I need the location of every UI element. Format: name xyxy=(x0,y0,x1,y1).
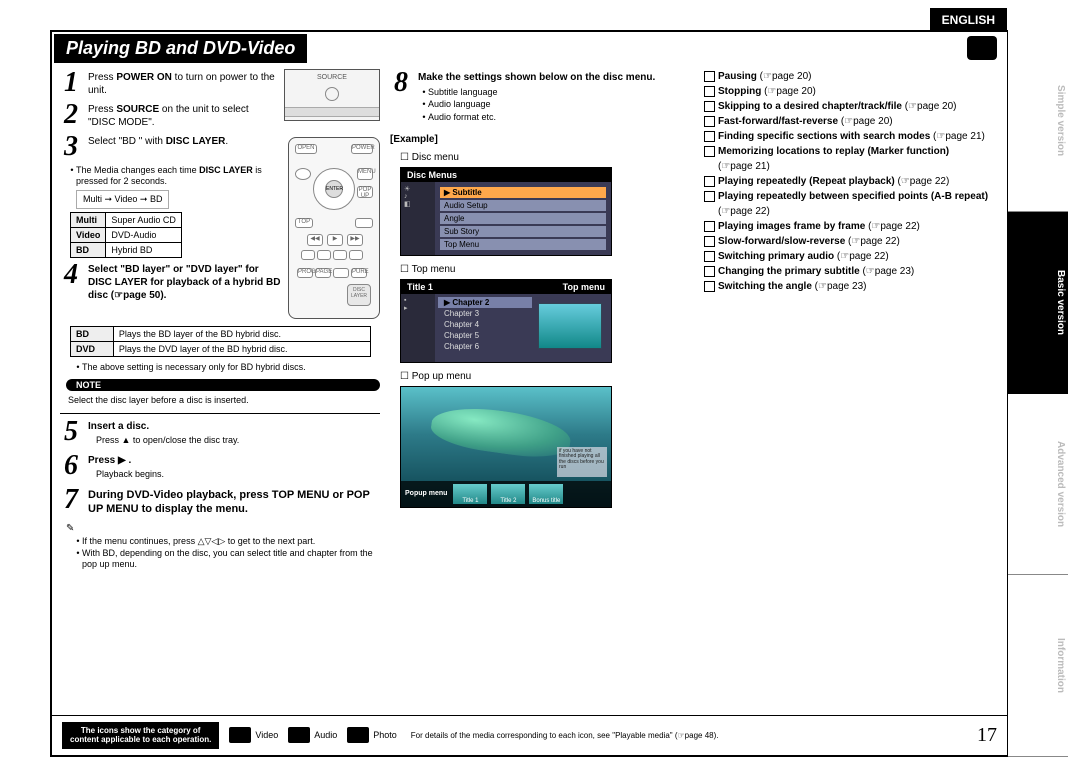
top-menu-label: ☐ Top menu xyxy=(400,264,690,275)
chapter-item: Chapter 3 xyxy=(438,308,532,319)
function-item: Playing repeatedly between specified poi… xyxy=(704,189,999,219)
audio-icon: Audio xyxy=(288,727,337,743)
chapter-item: ▶ Chapter 2 xyxy=(438,297,532,308)
manual-page: ENGLISH Playing BD and DVD-Video 1 Press… xyxy=(50,30,1007,757)
function-item: Memorizing locations to replay (Marker f… xyxy=(704,144,999,174)
function-item: Fast-forward/fast-reverse (☞page 20) xyxy=(704,114,999,129)
footer-reference: For details of the media corresponding t… xyxy=(407,731,967,741)
disc-menu-screenshot: Disc Menus ☀♪◧ ▶ SubtitleAudio SetupAngl… xyxy=(400,167,612,256)
layer-table: BDPlays the BD layer of the BD hybrid di… xyxy=(70,326,371,357)
chapter-item: Chapter 6 xyxy=(438,341,532,352)
device-illustration: SOURCE xyxy=(284,69,380,121)
column-steps: 1 Press POWER ON to turn on power to the… xyxy=(60,69,380,707)
example-label: [Example] xyxy=(390,134,690,145)
step-5: 5 Insert a disc. Press ▲ to open/close t… xyxy=(60,418,380,448)
popup-thumb: Bonus title xyxy=(529,484,563,504)
version-tab[interactable]: Basic version xyxy=(1008,212,1068,394)
layer-footnote: The above setting is necessary only for … xyxy=(68,362,380,374)
function-list: Pausing (☞page 20)Stopping (☞page 20)Ski… xyxy=(704,69,999,294)
version-tabs: Simple versionBasic versionAdvanced vers… xyxy=(1007,30,1068,757)
popup-menu-screenshot: if you have not finished playing all the… xyxy=(400,386,612,508)
function-item: Pausing (☞page 20) xyxy=(704,69,999,84)
disc-menu-item: Audio Setup xyxy=(440,200,606,211)
chapter-item: Chapter 4 xyxy=(438,319,532,330)
column-functions: Pausing (☞page 20)Stopping (☞page 20)Ski… xyxy=(700,69,999,707)
step-3: 3 Select "BD " with DISC LAYER. xyxy=(60,133,282,161)
function-item: Stopping (☞page 20) xyxy=(704,84,999,99)
function-item: Playing repeatedly (Repeat playback) (☞p… xyxy=(704,174,999,189)
step-4: 4 Select "BD layer" or "DVD layer" for D… xyxy=(60,261,282,302)
chapter-item: Chapter 5 xyxy=(438,330,532,341)
function-item: Skipping to a desired chapter/track/file… xyxy=(704,99,999,114)
column-examples: 8 Make the settings shown below on the d… xyxy=(390,69,690,707)
function-item: Switching the angle (☞page 23) xyxy=(704,279,999,294)
popup-menu-label: ☐ Pop up menu xyxy=(400,371,690,382)
footer-note-box: The icons show the category of content a… xyxy=(62,722,219,749)
step-2: 2 Press SOURCE on the unit to select "DI… xyxy=(60,101,278,129)
category-icon xyxy=(967,36,997,60)
disc-menu-item: ▶ Subtitle xyxy=(440,187,606,198)
photo-icon: Photo xyxy=(347,727,397,743)
page-heading: Playing BD and DVD-Video xyxy=(54,34,307,63)
video-icon: Video xyxy=(229,727,278,743)
media-flow: Multi ➞ Video ➞ BD xyxy=(76,190,169,209)
media-mode-table: MultiSuper Audio CD VideoDVD-Audio BDHyb… xyxy=(70,212,182,258)
media-change-note: The Media changes each time DISC LAYER i… xyxy=(68,165,282,188)
function-item: Slow-forward/slow-reverse (☞page 22) xyxy=(704,234,999,249)
step-8: 8 Make the settings shown below on the d… xyxy=(390,69,690,126)
step-1: 1 Press POWER ON to turn on power to the… xyxy=(60,69,278,97)
function-item: Changing the primary subtitle (☞page 23) xyxy=(704,264,999,279)
function-item: Finding specific sections with search mo… xyxy=(704,129,999,144)
step-6: 6 Press ▶ . Playback begins. xyxy=(60,452,380,482)
remote-illustration: OPEN POWER ENTER MENU POP UP TOP ◀◀ ▶ ▶▶ xyxy=(288,137,380,319)
version-tab[interactable]: Simple version xyxy=(1008,30,1068,212)
step-7: 7 During DVD-Video playback, press TOP M… xyxy=(60,486,380,517)
function-item: Playing images frame by frame (☞page 22) xyxy=(704,219,999,234)
note-text: Select the disc layer before a disc is i… xyxy=(68,395,380,406)
top-menu-screenshot: Title 1 Top menu ▪▸ ▶ Chapter 2Chapter 3… xyxy=(400,279,612,363)
disc-menu-label: ☐ Disc menu xyxy=(400,152,690,163)
footer-bar: The icons show the category of content a… xyxy=(52,715,1007,755)
page-number: 17 xyxy=(977,724,997,747)
version-tab[interactable]: Information xyxy=(1008,575,1068,757)
disc-menu-item: Sub Story xyxy=(440,226,606,237)
language-badge: ENGLISH xyxy=(930,8,1007,32)
disc-menu-item: Angle xyxy=(440,213,606,224)
disc-menu-item: Top Menu xyxy=(440,239,606,250)
popup-thumb: Title 1 xyxy=(453,484,487,504)
function-item: Switching primary audio (☞page 22) xyxy=(704,249,999,264)
note-label: NOTE xyxy=(66,379,380,391)
version-tab[interactable]: Advanced version xyxy=(1008,394,1068,576)
popup-thumb: Title 2 xyxy=(491,484,525,504)
step7-footnotes: If the menu continues, press △▽◁▷ to get… xyxy=(68,536,380,572)
